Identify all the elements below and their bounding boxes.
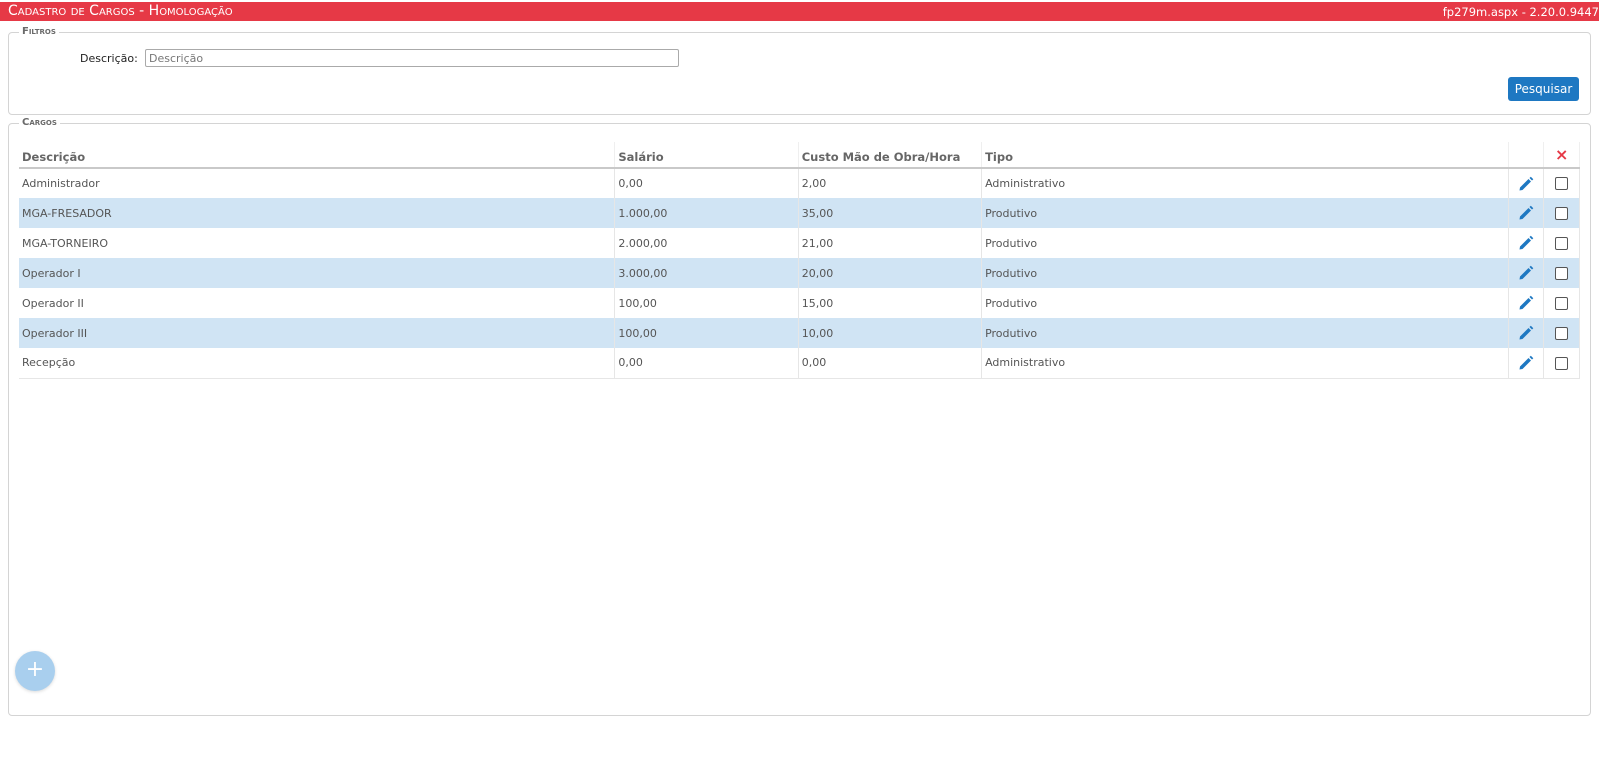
table-header-row: Descrição Salário Custo Mão de Obra/Hora…: [19, 142, 1580, 169]
column-header-descricao[interactable]: Descrição: [19, 142, 616, 169]
cell-descricao: Operador II: [19, 288, 616, 318]
page-title: Cadastro de Cargos - Homologação: [8, 3, 233, 19]
cell-select: [1543, 168, 1580, 198]
cell-tipo: Administrativo: [981, 348, 1509, 379]
table-row[interactable]: Recepção 0,00 0,00 Administrativo: [19, 348, 1580, 379]
cargos-legend: Cargos: [22, 117, 57, 128]
table-row[interactable]: MGA-FRESADOR 1.000,00 35,00 Produtivo: [19, 198, 1580, 228]
cargos-table: Descrição Salário Custo Mão de Obra/Hora…: [19, 142, 1580, 379]
cell-custo: 21,00: [798, 228, 983, 258]
cell-descricao: Administrador: [19, 168, 616, 198]
cell-custo: 10,00: [798, 318, 983, 348]
row-select-checkbox[interactable]: [1555, 266, 1569, 280]
cell-descricao: Operador III: [19, 318, 616, 348]
cell-select: [1543, 318, 1580, 348]
description-filter-label: Descrição:: [80, 52, 138, 65]
cell-tipo: Produtivo: [981, 258, 1509, 288]
row-select-checkbox[interactable]: [1555, 236, 1569, 250]
title-bar: Cadastro de Cargos - Homologação fp279m.…: [0, 2, 1599, 21]
description-filter-input[interactable]: [145, 49, 679, 67]
cell-select: [1543, 348, 1580, 379]
cell-select: [1543, 288, 1580, 318]
cell-salario: 2.000,00: [614, 228, 799, 258]
table-row[interactable]: Administrador 0,00 2,00 Administrativo: [19, 168, 1580, 198]
pencil-icon[interactable]: [1518, 325, 1534, 341]
column-header-tipo[interactable]: Tipo: [981, 142, 1509, 169]
column-header-salario[interactable]: Salário: [614, 142, 799, 169]
cell-salario: 0,00: [614, 168, 799, 198]
filters-panel: Filtros: [8, 26, 1591, 115]
cell-descricao: MGA-TORNEIRO: [19, 228, 616, 258]
table-row[interactable]: MGA-TORNEIRO 2.000,00 21,00 Produtivo: [19, 228, 1580, 258]
cell-descricao: MGA-FRESADOR: [19, 198, 616, 228]
cell-descricao: Operador I: [19, 258, 616, 288]
page-version: fp279m.aspx - 2.20.0.9447: [1442, 5, 1599, 19]
cell-edit: [1508, 258, 1545, 288]
cell-custo: 0,00: [798, 348, 983, 379]
pencil-icon[interactable]: [1518, 205, 1534, 221]
table-row[interactable]: Operador II 100,00 15,00 Produtivo: [19, 288, 1580, 318]
cell-edit: [1508, 348, 1545, 379]
pencil-icon[interactable]: [1518, 355, 1534, 371]
pencil-icon[interactable]: [1518, 176, 1534, 192]
cell-custo: 20,00: [798, 258, 983, 288]
cell-custo: 2,00: [798, 168, 983, 198]
cell-custo: 15,00: [798, 288, 983, 318]
row-select-checkbox[interactable]: [1555, 177, 1569, 191]
cell-edit: [1508, 228, 1545, 258]
row-select-checkbox[interactable]: [1555, 296, 1569, 310]
cell-edit: [1508, 198, 1545, 228]
cell-custo: 35,00: [798, 198, 983, 228]
search-button[interactable]: Pesquisar: [1508, 77, 1579, 101]
cell-tipo: Produtivo: [981, 198, 1509, 228]
column-header-custo[interactable]: Custo Mão de Obra/Hora: [798, 142, 983, 169]
column-header-edit: [1508, 142, 1545, 169]
row-select-checkbox[interactable]: [1555, 206, 1569, 220]
cell-edit: [1508, 168, 1545, 198]
cell-tipo: Produtivo: [981, 318, 1509, 348]
pencil-icon[interactable]: [1518, 235, 1534, 251]
filters-legend: Filtros: [22, 26, 56, 37]
cell-tipo: Produtivo: [981, 228, 1509, 258]
add-cargo-button[interactable]: +: [15, 651, 55, 691]
cell-salario: 100,00: [614, 318, 799, 348]
cell-select: [1543, 258, 1580, 288]
cell-select: [1543, 198, 1580, 228]
row-select-checkbox[interactable]: [1555, 356, 1569, 370]
delete-selected-icon[interactable]: ×: [1543, 142, 1580, 169]
cell-edit: [1508, 318, 1545, 348]
cell-descricao: Recepção: [19, 348, 616, 379]
pencil-icon[interactable]: [1518, 295, 1534, 311]
cell-tipo: Produtivo: [981, 288, 1509, 318]
pencil-icon[interactable]: [1518, 265, 1534, 281]
cell-salario: 100,00: [614, 288, 799, 318]
cell-select: [1543, 228, 1580, 258]
cell-edit: [1508, 288, 1545, 318]
cell-salario: 1.000,00: [614, 198, 799, 228]
table-row[interactable]: Operador I 3.000,00 20,00 Produtivo: [19, 258, 1580, 288]
cell-salario: 3.000,00: [614, 258, 799, 288]
cell-tipo: Administrativo: [981, 168, 1509, 198]
row-select-checkbox[interactable]: [1555, 326, 1569, 340]
cell-salario: 0,00: [614, 348, 799, 379]
table-row[interactable]: Operador III 100,00 10,00 Produtivo: [19, 318, 1580, 348]
